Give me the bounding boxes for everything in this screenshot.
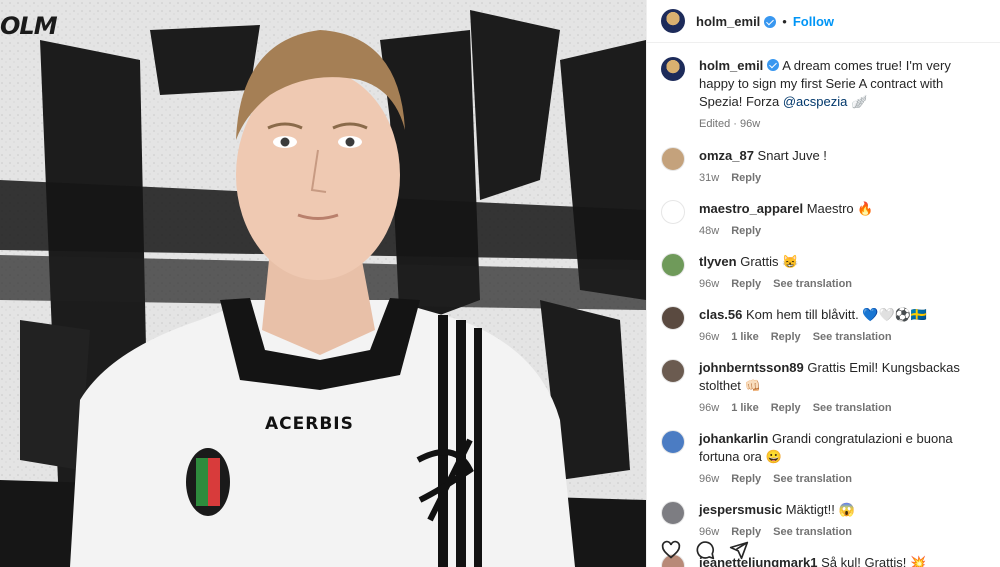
comment-time: 96w: [699, 278, 720, 290]
comment-username[interactable]: johnberntsson89: [699, 360, 804, 375]
comment-username[interactable]: tlyven: [699, 254, 737, 269]
post-image[interactable]: OLM ACERBIS: [0, 0, 646, 567]
comment-meta: 96w Reply See translation: [699, 526, 986, 538]
comment-item: clas.56 Kom hem till blåvitt. 💙🤍⚽🇸🇪 96w 1 …: [661, 306, 986, 343]
comment-body: Snart Juve !: [757, 148, 827, 163]
comment-item: johnberntsson89 Grattis Emil! Kungsbacka…: [661, 359, 986, 414]
comment-text: clas.56 Kom hem till blåvitt. 💙🤍⚽🇸🇪: [699, 306, 986, 324]
comment-text: omza_87 Snart Juve !: [699, 147, 986, 165]
comment-meta: 96w 1 like Reply See translation: [699, 402, 986, 414]
heart-icon[interactable]: [661, 540, 681, 560]
avatar[interactable]: [661, 57, 685, 81]
comment-text: johankarlin Grandi congratulazioni e buo…: [699, 430, 986, 466]
reply-button[interactable]: Reply: [771, 331, 801, 343]
comment-meta: 96w Reply See translation: [699, 278, 986, 290]
caption-username[interactable]: holm_emil: [699, 58, 763, 73]
comment-body: Mäktigt!! 😱: [785, 502, 855, 517]
comment-text: maestro_apparel Maestro 🔥: [699, 200, 986, 218]
comment-time: 96w: [699, 402, 720, 414]
avatar[interactable]: [661, 147, 685, 171]
comments-list: holm_emil A dream comes true! I'm very h…: [647, 43, 1000, 567]
comment-username[interactable]: jespersmusic: [699, 502, 782, 517]
reply-button[interactable]: Reply: [771, 402, 801, 414]
comment-time: 96w: [699, 473, 720, 485]
share-icon[interactable]: [729, 540, 749, 560]
comment-body: Så kul! Grattis! 💥: [821, 555, 927, 567]
see-translation-button[interactable]: See translation: [773, 278, 852, 290]
caption-meta: Edited · 96w: [699, 118, 986, 130]
likes-count[interactable]: 1 like: [731, 402, 759, 414]
side-panel: holm_emil • Follow holm_emil A dream com…: [646, 0, 1000, 567]
comment-username[interactable]: johankarlin: [699, 431, 768, 446]
sponsor-text: ACERBIS: [265, 414, 354, 434]
comment-body: Maestro 🔥: [806, 201, 874, 216]
action-bar: [661, 540, 749, 560]
comment-body: Kom hem till blåvitt. 💙🤍⚽🇸🇪: [746, 307, 928, 322]
see-translation-button[interactable]: See translation: [813, 402, 892, 414]
comment-item: johankarlin Grandi congratulazioni e buo…: [661, 430, 986, 485]
reply-button[interactable]: Reply: [731, 473, 761, 485]
comment-time: 96w: [699, 526, 720, 538]
avatar[interactable]: [661, 253, 685, 277]
wing-emoji: 🪽: [850, 94, 868, 109]
header-username[interactable]: holm_emil: [696, 14, 760, 29]
avatar[interactable]: [661, 501, 685, 525]
comment-time: 96w: [699, 331, 720, 343]
avatar[interactable]: [661, 200, 685, 224]
separator-dot: •: [782, 13, 787, 29]
verified-badge-icon: [767, 59, 780, 71]
comment-text: johnberntsson89 Grattis Emil! Kungsbacka…: [699, 359, 986, 395]
post-header: holm_emil • Follow: [647, 0, 1000, 43]
comment-meta: 96w 1 like Reply See translation: [699, 331, 986, 343]
reply-button[interactable]: Reply: [731, 172, 761, 184]
avatar[interactable]: [661, 359, 685, 383]
avatar[interactable]: [661, 9, 685, 33]
comment-text: jespersmusic Mäktigt!! 😱: [699, 501, 986, 519]
avatar[interactable]: [661, 306, 685, 330]
comment-time: 48w: [699, 225, 720, 237]
comment-item: tlyven Grattis 😸 96w Reply See translation: [661, 253, 986, 290]
comment-item: maestro_apparel Maestro 🔥 48w Reply: [661, 200, 986, 237]
caption: holm_emil A dream comes true! I'm very h…: [661, 57, 986, 130]
comment-item: omza_87 Snart Juve ! 31w Reply: [661, 147, 986, 184]
comment-item: jespersmusic Mäktigt!! 😱 96w Reply See tran…: [661, 501, 986, 538]
reply-button[interactable]: Reply: [731, 526, 761, 538]
comment-text: tlyven Grattis 😸: [699, 253, 986, 271]
avatar[interactable]: [661, 430, 685, 454]
verified-badge-icon: [764, 16, 777, 28]
watermark-text: OLM: [0, 12, 58, 40]
comment-meta: 96w Reply See translation: [699, 473, 986, 485]
comment-username[interactable]: omza_87: [699, 148, 754, 163]
comment-username[interactable]: clas.56: [699, 307, 742, 322]
follow-button[interactable]: Follow: [793, 14, 834, 29]
comment-meta: 48w Reply: [699, 225, 986, 237]
see-translation-button[interactable]: See translation: [813, 331, 892, 343]
likes-count[interactable]: 1 like: [731, 331, 759, 343]
post-photo-illustration: [0, 0, 646, 567]
comment-icon[interactable]: [695, 540, 715, 560]
caption-text: holm_emil A dream comes true! I'm very h…: [699, 57, 986, 111]
comment-meta: 31w Reply: [699, 172, 986, 184]
reply-button[interactable]: Reply: [731, 278, 761, 290]
mention-link[interactable]: @acspezia: [783, 94, 848, 109]
comment-body: Grattis 😸: [740, 254, 799, 269]
reply-button[interactable]: Reply: [731, 225, 761, 237]
see-translation-button[interactable]: See translation: [773, 526, 852, 538]
comment-time: 31w: [699, 172, 720, 184]
edited-label: Edited · 96w: [699, 118, 761, 130]
see-translation-button[interactable]: See translation: [773, 473, 852, 485]
comment-username[interactable]: maestro_apparel: [699, 201, 803, 216]
